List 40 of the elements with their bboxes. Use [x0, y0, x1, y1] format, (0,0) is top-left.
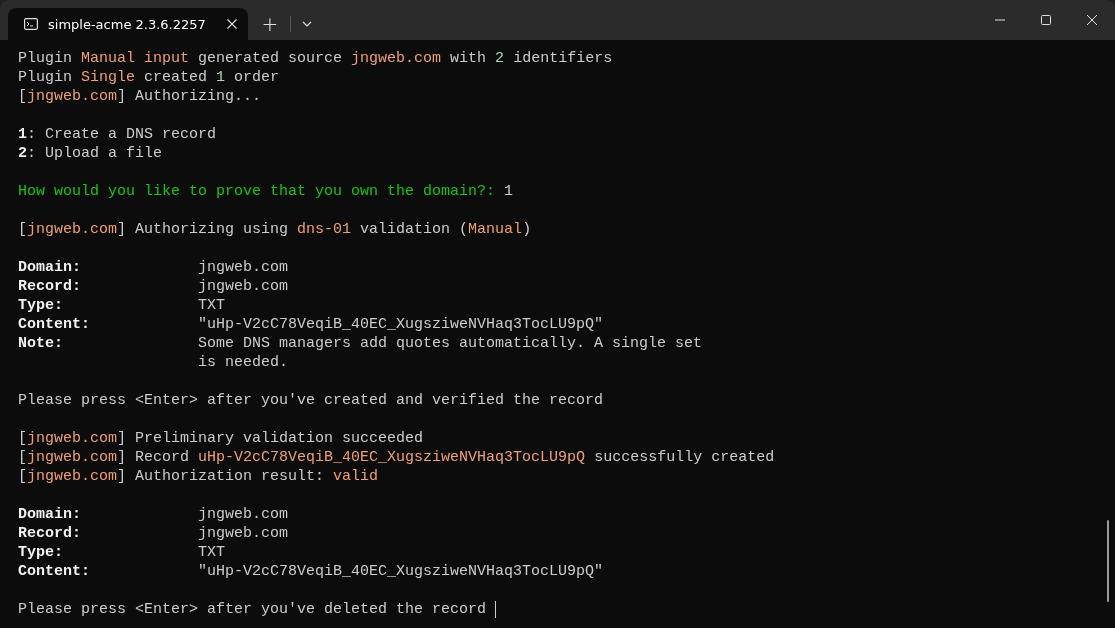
terminal-line: 2: Upload a file — [18, 144, 163, 163]
field-value: TXT — [198, 296, 226, 315]
terminal-line: [jngweb.com] Record uHp-V2cC78VeqiB_40EC_XugsziweNVHaq3TocLU9pQ successfully created — [18, 448, 775, 467]
field-value: is needed. — [198, 353, 289, 372]
field-value: "uHp-V2cC78VeqiB_40EC_XugsziweNVHaq3TocLU9pQ" — [198, 315, 605, 334]
terminal-tab[interactable]: simple-acme 2.3.6.2257 — [8, 8, 248, 40]
maximize-icon — [1041, 15, 1051, 25]
field-label: Record: — [18, 524, 82, 543]
terminal-line: Plugin Manual input generated source jngweb.com with 2 identifiers — [18, 49, 613, 68]
close-tab-button[interactable] — [226, 18, 238, 30]
field-value: jngweb.com — [198, 258, 289, 277]
field-label: Content: — [18, 562, 91, 581]
terminal-icon — [24, 18, 38, 30]
field-value: jngweb.com — [198, 524, 289, 543]
field-label: Type: — [18, 543, 64, 562]
terminal-line: [jngweb.com] Authorizing... — [18, 87, 262, 106]
terminal-line: [jngweb.com] Authorization result: valid — [18, 467, 379, 486]
field-value: "uHp-V2cC78VeqiB_40EC_XugsziweNVHaq3TocLU9pQ" — [198, 562, 605, 581]
new-tab-button[interactable]: + — [254, 8, 286, 40]
close-icon — [226, 18, 238, 30]
tab-title: simple-acme 2.3.6.2257 — [48, 16, 207, 32]
field-value: jngweb.com — [198, 277, 289, 296]
terminal-line: [jngweb.com] Preliminary validation succeeded — [18, 429, 424, 448]
terminal-line: How would you like to prove that you own the domain?: 1 — [18, 182, 514, 201]
field-value: TXT — [198, 543, 226, 562]
terminal-line: 1: Create a DNS record — [18, 125, 217, 144]
field-label: Note: — [18, 334, 64, 353]
terminal-line: Please press <Enter> after you've deleted the record — [18, 600, 487, 619]
close-icon — [1087, 15, 1097, 25]
terminal-line: Plugin Single created 1 order — [18, 68, 280, 87]
field-label: Domain: — [18, 505, 82, 524]
terminal-line: Please press <Enter> after you've created and verified the record — [18, 391, 604, 410]
field-label: Record: — [18, 277, 82, 296]
field-value: Some DNS managers add quotes automatically. A single set — [198, 334, 704, 353]
field-label: Type: — [18, 296, 64, 315]
field-label: Domain: — [18, 258, 82, 277]
field-value: jngweb.com — [198, 505, 289, 524]
terminal-line: [jngweb.com] Authorizing using dns-01 validation (Manual) — [18, 220, 532, 239]
chevron-down-icon — [302, 21, 312, 27]
field-label: Content: — [18, 315, 91, 334]
